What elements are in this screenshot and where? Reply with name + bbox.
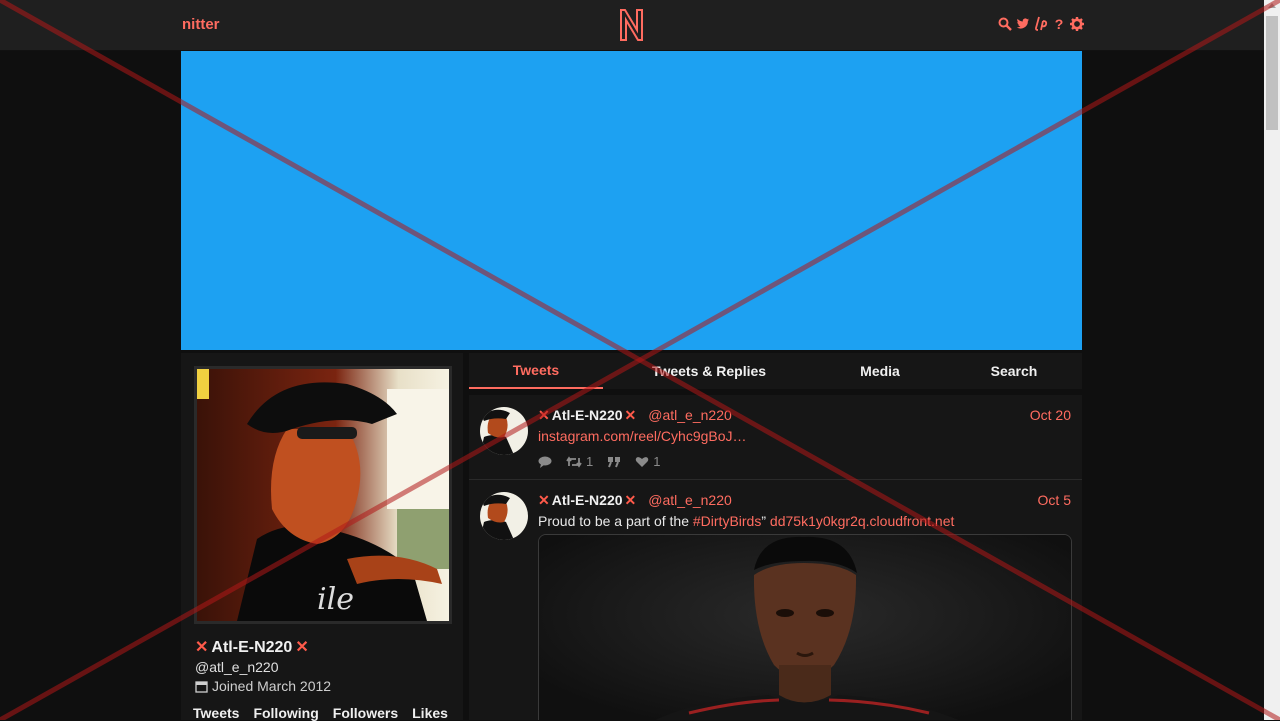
profile-joined: Joined March 2012 [195, 678, 331, 694]
search-icon[interactable] [998, 16, 1012, 32]
tweet-author-name[interactable]: Atl-E-N220 [552, 407, 623, 423]
tweet-link[interactable]: dd75k1y0kgr2q.cloudfront.net [770, 513, 954, 529]
nav-icons: ? [998, 16, 1084, 32]
comment-stat[interactable] [538, 456, 552, 468]
tweet-hashtag[interactable]: #DirtyBirds [693, 513, 761, 529]
tweet-item[interactable]: ✕ Atl-E-N220 ✕ @atl_e_n220 Oct 5 Proud t… [469, 480, 1082, 720]
tweet-text: Proud to be a part of the [538, 513, 693, 529]
tweet-author-name[interactable]: Atl-E-N220 [552, 492, 623, 508]
tweet-author-handle[interactable]: @atl_e_n220 [648, 492, 732, 508]
quote-icon [608, 456, 621, 467]
scroll-thumb[interactable] [1266, 16, 1278, 130]
twitter-bird-icon[interactable] [1016, 16, 1030, 32]
tweet-link[interactable]: instagram.com/reel/Cyhc9gBoJ… [538, 428, 747, 444]
stat-tweets[interactable]: Tweets [193, 705, 239, 721]
profile-handle[interactable]: @atl_e_n220 [195, 659, 279, 675]
navbar: nitter ? [0, 0, 1264, 51]
retweet-icon [566, 455, 582, 468]
tweet-item[interactable]: ✕ Atl-E-N220 ✕ @atl_e_n220 Oct 20 instag… [469, 395, 1082, 480]
quote-stat[interactable] [607, 456, 621, 468]
x-mark-icon: ✕ [295, 639, 309, 656]
joined-date: Joined March 2012 [212, 678, 332, 694]
tweet-date[interactable]: Oct 5 [1038, 492, 1071, 508]
tab-search[interactable]: Search [974, 353, 1054, 389]
profile-avatar[interactable]: ile [194, 366, 452, 624]
like-stat[interactable]: 1 [635, 454, 660, 469]
brand-link[interactable]: nitter [182, 16, 220, 33]
comment-icon [538, 456, 552, 468]
x-mark-icon: ✕ [538, 407, 550, 423]
x-mark-icon: ✕ [624, 407, 637, 423]
x-mark-icon: ✕ [538, 492, 550, 508]
tweet-date[interactable]: Oct 20 [1030, 407, 1071, 423]
timeline-tabs: Tweets Tweets & Replies Media Search [469, 353, 1082, 389]
tweet-media[interactable] [538, 534, 1072, 720]
stat-likes[interactable]: Likes [412, 705, 448, 721]
scrollbar[interactable] [1264, 0, 1280, 720]
profile-stats: Tweets Following Followers Likes [193, 705, 448, 721]
profile-name-row: ✕ Atl-E-N220 ✕ [195, 639, 309, 657]
scroll-up-arrow-icon[interactable] [1268, 3, 1276, 8]
retweet-stat[interactable]: 1 [566, 454, 593, 469]
tweet-author-handle[interactable]: @atl_e_n220 [648, 407, 732, 423]
tab-media[interactable]: Media [840, 353, 920, 389]
tweet-header: ✕ Atl-E-N220 ✕ @atl_e_n220 [538, 492, 732, 508]
nitter-logo-icon[interactable] [617, 8, 645, 42]
profile-card: ile ✕ Atl-E-N220 ✕ @atl_e_n220 Joined Ma… [181, 353, 463, 721]
tab-tweets-replies[interactable]: Tweets & Replies [629, 353, 789, 389]
liberapay-icon[interactable] [1034, 16, 1048, 32]
tweet-body: instagram.com/reel/Cyhc9gBoJ… [538, 428, 747, 444]
svg-text:ile: ile [317, 582, 354, 617]
tweet-text: ” [761, 513, 770, 529]
tweet-body: Proud to be a part of the #DirtyBirds” d… [538, 513, 954, 529]
tweet-avatar[interactable] [480, 407, 528, 455]
stat-followers[interactable]: Followers [333, 705, 398, 721]
retweet-count: 1 [586, 454, 594, 469]
heart-icon [635, 456, 649, 467]
profile-name[interactable]: Atl-E-N220 [211, 639, 292, 657]
tweet-header: ✕ Atl-E-N220 ✕ @atl_e_n220 [538, 407, 732, 423]
help-icon[interactable]: ? [1052, 16, 1066, 32]
tweet-stats: 1 1 [538, 454, 660, 469]
timeline: ✕ Atl-E-N220 ✕ @atl_e_n220 Oct 20 instag… [469, 395, 1082, 720]
profile-banner[interactable] [181, 51, 1082, 350]
tab-tweets[interactable]: Tweets [469, 353, 603, 389]
like-count: 1 [653, 454, 661, 469]
calendar-icon [195, 680, 208, 693]
stat-following[interactable]: Following [253, 705, 318, 721]
x-mark-icon: ✕ [624, 492, 637, 508]
x-mark-icon: ✕ [195, 639, 209, 656]
tweet-avatar[interactable] [480, 492, 528, 540]
gear-icon[interactable] [1070, 16, 1084, 32]
